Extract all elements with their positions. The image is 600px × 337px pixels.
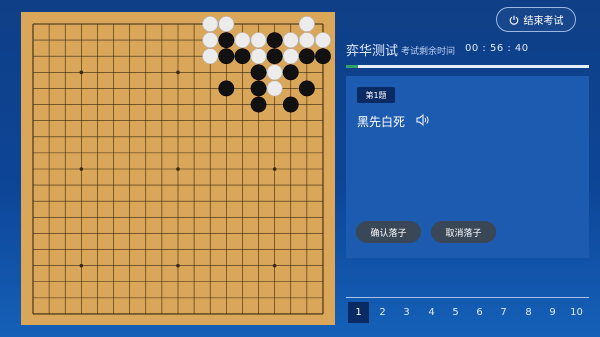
question-text: 黑先白死: [357, 115, 406, 129]
black-stone: [218, 80, 235, 97]
page-number-5[interactable]: 5: [445, 302, 466, 323]
black-stone: [266, 48, 283, 65]
black-stone: [282, 96, 299, 113]
page-number-4[interactable]: 4: [421, 302, 442, 323]
white-stone: [298, 32, 315, 49]
question-pagination: 1 2 3 4 5 6 7 8 9 10: [346, 302, 589, 324]
black-stone: [234, 48, 251, 65]
black-stone: [298, 80, 315, 97]
star-point: [79, 263, 84, 268]
cancel-move-button[interactable]: 取消落子: [431, 221, 496, 243]
question-number-tag: 第1题: [357, 87, 395, 103]
black-stone: [218, 48, 235, 65]
timer-value: 00 : 56 : 40: [465, 43, 529, 54]
page-number-1[interactable]: 1: [348, 302, 369, 323]
white-stone: [250, 48, 267, 65]
page-number-2[interactable]: 2: [372, 302, 393, 323]
timer-label: 考试剩余时间: [401, 47, 456, 57]
white-stone: [218, 16, 235, 32]
white-stone: [202, 32, 219, 49]
black-stone: [218, 32, 235, 49]
white-stone: [202, 16, 219, 32]
page-number-6[interactable]: 6: [469, 302, 490, 323]
white-stone: [266, 80, 283, 97]
star-point: [272, 263, 277, 268]
power-icon: [509, 15, 518, 25]
white-stone: [315, 32, 331, 49]
star-point: [176, 263, 180, 268]
star-point: [176, 167, 180, 171]
black-stone: [266, 32, 283, 49]
speaker-icon[interactable]: [416, 114, 430, 126]
black-stone: [250, 64, 267, 81]
white-stone: [298, 16, 315, 32]
black-stone: [282, 64, 299, 81]
star-point: [79, 70, 84, 75]
question-panel: 第1题 黑先白死 确认落子 取消落子: [346, 76, 589, 258]
white-stone: [250, 32, 267, 49]
black-stone: [315, 48, 331, 65]
star-point: [272, 167, 277, 171]
go-board[interactable]: [21, 12, 335, 325]
star-point: [79, 167, 84, 171]
confirm-move-button[interactable]: 确认落子: [356, 221, 421, 243]
white-stone: [282, 48, 299, 65]
go-board-grid: [32, 16, 331, 315]
page-number-9[interactable]: 9: [542, 302, 563, 323]
star-point: [176, 70, 180, 75]
white-stone: [234, 32, 251, 49]
page-number-3[interactable]: 3: [396, 302, 417, 323]
page-number-7[interactable]: 7: [493, 302, 514, 323]
end-exam-label: 结束考试: [523, 16, 564, 27]
pagination-divider: [346, 297, 589, 298]
white-stone: [282, 32, 299, 49]
white-stone: [266, 64, 283, 81]
page-number-10[interactable]: 10: [566, 302, 587, 323]
exam-progress-fill: [346, 65, 359, 68]
exam-title: 弈华测试: [346, 44, 399, 59]
white-stone: [202, 48, 219, 65]
page-number-8[interactable]: 8: [518, 302, 539, 323]
end-exam-button[interactable]: 结束考试: [496, 7, 576, 32]
black-stone: [298, 48, 315, 65]
black-stone: [250, 80, 267, 97]
black-stone: [250, 96, 267, 113]
exam-progress-bar: [346, 65, 589, 68]
